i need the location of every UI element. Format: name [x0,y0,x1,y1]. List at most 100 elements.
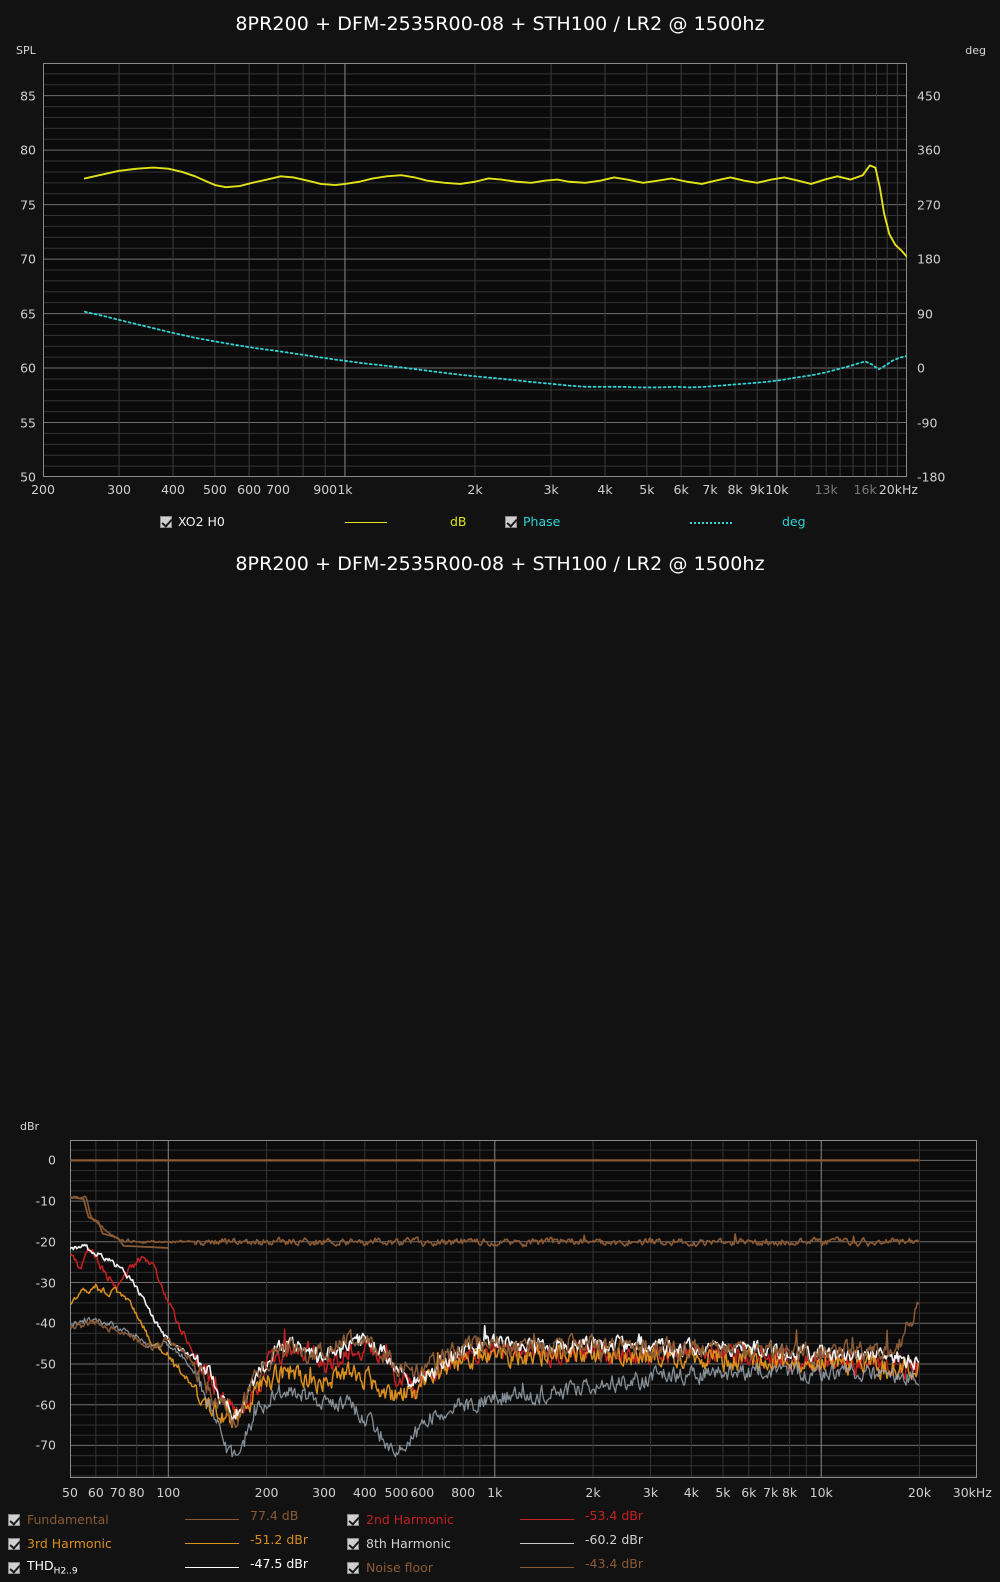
checkbox-checked-icon[interactable] [347,1514,359,1526]
legend-line-swatch [345,522,387,523]
spl-phase-legend: XO2 H0 dB Phase deg [0,512,1000,534]
legend-line-swatch [690,522,732,524]
legend-item-thd[interactable]: THDH2..9 [8,1556,78,1580]
y-tick-label-left: -20 [35,1234,56,1250]
x-tick-label: 2k [467,482,483,497]
legend-value: 77.4 dB [250,1508,299,1523]
x-tick-label: 100 [156,1485,181,1500]
checkbox-checked-icon[interactable] [160,515,172,528]
y-tick-label-left: -30 [35,1275,56,1291]
spl-phase-plot[interactable] [42,62,908,478]
legend-unit: dB [450,514,467,529]
x-tick-label: 400 [161,482,185,497]
checkbox-checked-icon[interactable] [347,1538,359,1550]
x-tick-label: 8k [781,1485,798,1500]
page-title-bottom: 8PR200 + DFM-2535R00-08 + STH100 / LR2 @… [235,553,765,575]
x-tick-label: 2k [585,1485,601,1500]
distortion-plot[interactable] [69,1139,978,1478]
x-tick-label: 8k [727,482,743,497]
legend-line-swatch [520,1543,574,1544]
x-tick-label: 13k [814,482,838,497]
legend-label: 2nd Harmonic [366,1511,454,1527]
x-tick-label: 6k [673,482,689,497]
x-tick-label: 500 [384,1485,409,1500]
x-tick-label: 4k [597,482,613,497]
checkbox-checked-icon[interactable] [8,1514,20,1526]
legend-line-swatch [185,1567,239,1568]
legend-item-2nd-harmonic[interactable]: 2nd Harmonic [347,1508,454,1532]
legend-line-swatch [520,1519,574,1520]
y-tick-label-left: 70 [20,251,36,267]
legend-value: -51.2 dBr [250,1532,308,1547]
right-axis-unit-label-top: deg [965,44,986,57]
x-tick-label: 5k [639,482,655,497]
y-tick-label-left: 60 [20,360,36,376]
legend-label: Fundamental [27,1511,109,1527]
x-tick-label: 300 [107,482,131,497]
x-tick-label: 600 [237,482,262,497]
checkbox-checked-icon[interactable] [8,1538,20,1550]
y-tick-label-right: 270 [917,197,941,213]
y-tick-label-right: 450 [917,88,941,104]
distortion-chart-panel: 8PR200 + DFM-2535R00-08 + STH100 / LR2 @… [0,540,1000,1576]
x-tick-label: 70 [109,1485,126,1500]
y-tick-label-left: -60 [35,1397,56,1413]
checkbox-checked-icon[interactable] [8,1562,20,1574]
legend-value: -53.4 dBr [585,1508,643,1523]
legend-label: THDH2..9 [27,1557,78,1577]
x-tick-label: 4k [683,1485,699,1500]
x-tick-label: 5k [715,1485,731,1500]
x-tick-label: 200 [254,1485,279,1500]
x-tick-label: 50 [62,1485,78,1500]
legend-line-swatch [185,1519,239,1520]
legend-label: Phase [523,514,561,529]
x-tick-label: 500 [202,482,227,497]
x-tick-label: 80 [128,1485,145,1500]
x-tick-label: 20kHz [878,482,918,497]
legend-label-subscript: H2..9 [53,1566,78,1577]
spl-phase-chart-panel: 8PR200 + DFM-2535R00-08 + STH100 / LR2 @… [0,0,1000,540]
x-tick-label: 30kHz [952,1485,992,1500]
legend-item-3rd-harmonic[interactable]: 3rd Harmonic [8,1532,112,1556]
y-tick-label-left: 65 [20,306,36,322]
legend-value: -60.2 dBr [585,1532,643,1547]
y-tick-label-left: 50 [20,469,36,485]
legend-label: 3rd Harmonic [27,1535,112,1551]
legend-value: -43.4 dBr [585,1556,643,1571]
legend-label: XO2 H0 [178,514,225,529]
x-tick-label: 6k [741,1485,757,1500]
y-tick-label-left: -70 [35,1437,56,1453]
distortion-legend: Fundamental 77.4 dB 2nd Harmonic -53.4 dBr 3… [0,1506,1000,1582]
page-title-top: 8PR200 + DFM-2535R00-08 + STH100 / LR2 @… [235,13,765,35]
checkbox-checked-icon[interactable] [347,1562,359,1574]
legend-line-swatch [520,1567,574,1568]
x-tick-label: 3k [642,1485,659,1500]
x-tick-label: 1k [337,482,353,497]
y-tick-label-left: 55 [20,415,36,431]
x-tick-label: 7k [763,1485,779,1500]
left-axis-unit-label-top: SPL [16,44,36,57]
y-tick-label-right: 0 [917,360,925,376]
legend-item-xo2-h0[interactable]: XO2 H0 [160,514,225,529]
legend-label: Noise floor [366,1559,433,1575]
y-tick-label-left: 0 [48,1152,56,1168]
x-tick-label: 700 [266,482,290,497]
x-tick-label: 900 [313,482,338,497]
legend-item-8th-harmonic[interactable]: 8th Harmonic [347,1532,451,1556]
y-tick-label-left: 80 [20,142,36,158]
y-tick-label-left: -10 [35,1193,56,1209]
x-tick-label: 16k [853,482,877,497]
x-tick-label: 600 [410,1485,435,1500]
checkbox-checked-icon[interactable] [505,515,517,528]
x-tick-label: 800 [451,1485,476,1500]
legend-item-phase[interactable]: Phase [505,514,560,529]
x-tick-label: 10k [809,1485,833,1500]
y-tick-label-right: -90 [917,415,938,431]
legend-item-noise-floor[interactable]: Noise floor [347,1556,433,1580]
legend-item-fundamental[interactable]: Fundamental [8,1508,109,1532]
y-tick-label-left: -40 [35,1315,56,1331]
x-tick-label: 20k [907,1485,932,1500]
y-tick-label-right: 90 [917,306,933,322]
left-axis-unit-label-bottom: dBr [20,1120,40,1133]
y-tick-label-left: -50 [35,1356,56,1372]
